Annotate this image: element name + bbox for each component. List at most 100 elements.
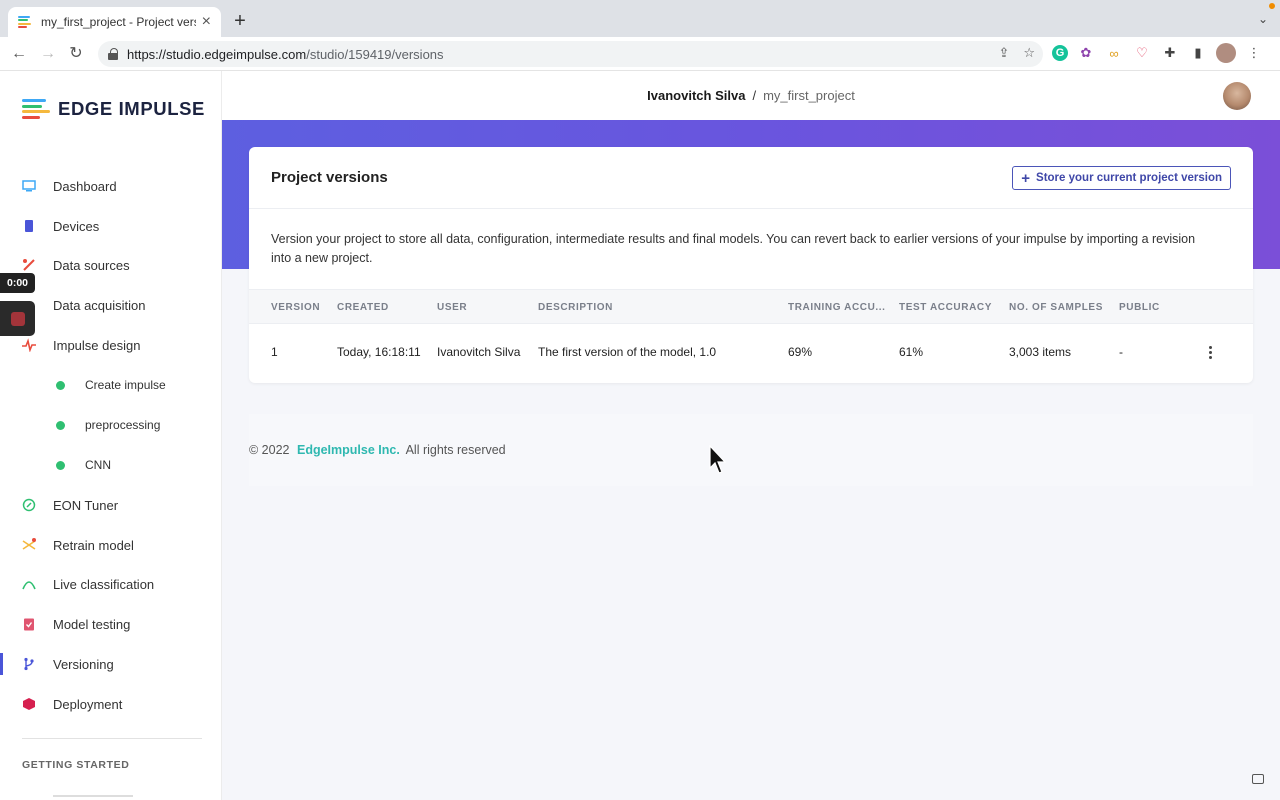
feedback-icon[interactable] bbox=[1252, 774, 1264, 784]
footer-rights: All rights reserved bbox=[405, 443, 506, 457]
stop-icon bbox=[10, 311, 25, 326]
sidebar-item-versioning[interactable]: Versioning bbox=[0, 645, 222, 683]
sidebar-item-live-classification[interactable]: Live classification bbox=[0, 565, 222, 603]
table-row[interactable]: 1 Today, 16:18:11 Ivanovitch Silva The f… bbox=[249, 324, 1253, 382]
sidebar-subitem-preprocessing[interactable]: preprocessing bbox=[0, 406, 222, 444]
browser-tab-title: my_first_project - Project vers bbox=[41, 15, 196, 29]
sidebar-item-devices[interactable]: Devices bbox=[0, 207, 222, 245]
color-extension-icon[interactable]: ✿ bbox=[1076, 43, 1096, 63]
column-header-description[interactable]: DESCRIPTION bbox=[538, 302, 613, 313]
browser-tab[interactable]: my_first_project - Project vers × bbox=[8, 7, 221, 37]
sidebar-section-label: GETTING STARTED bbox=[22, 759, 130, 771]
sidebar-item-label: Versioning bbox=[53, 656, 114, 672]
store-version-label: Store your current project version bbox=[1036, 172, 1222, 184]
status-dot-icon bbox=[56, 380, 65, 390]
column-header-user[interactable]: USER bbox=[437, 302, 467, 313]
row-actions-kebab-icon[interactable] bbox=[1209, 346, 1213, 359]
recording-timer: 0:00 bbox=[0, 273, 35, 293]
cell-training-accuracy: 69% bbox=[788, 345, 813, 359]
sidebar: EDGE IMPULSE Dashboard Devices Data sour… bbox=[0, 71, 222, 800]
sidebar-item-model-testing[interactable]: Model testing bbox=[0, 605, 222, 643]
avatar[interactable] bbox=[1223, 82, 1251, 110]
page-title: Project versions bbox=[271, 169, 388, 186]
cell-created: Today, 16:18:11 bbox=[337, 345, 421, 359]
monitor-icon bbox=[22, 180, 36, 192]
sidebar-item-dashboard[interactable]: Dashboard bbox=[0, 167, 222, 205]
top-header: Ivanovitch Silva / my_first_project bbox=[222, 71, 1280, 120]
shuffle-icon bbox=[22, 538, 36, 550]
sidebar-item-label: Create impulse bbox=[85, 378, 166, 392]
card-description: Version your project to store all data, … bbox=[271, 232, 1196, 265]
footer-company-link[interactable]: EdgeImpulse Inc. bbox=[297, 443, 400, 457]
cell-public: - bbox=[1119, 345, 1123, 359]
new-tab-button[interactable]: + bbox=[230, 9, 250, 33]
sidebar-item-label: preprocessing bbox=[85, 418, 161, 432]
extensions-puzzle-icon[interactable]: ✚ bbox=[1160, 43, 1180, 63]
table-header: VERSION CREATED USER DESCRIPTION TRAININ… bbox=[249, 289, 1253, 324]
data-sources-icon bbox=[23, 259, 35, 271]
address-bar[interactable]: https://studio.edgeimpulse.com/studio/15… bbox=[98, 41, 1043, 67]
tab-search-chevron-icon[interactable]: ⌄ bbox=[1258, 12, 1268, 26]
chrome-profile-avatar[interactable] bbox=[1216, 43, 1236, 63]
footer-copyright: © 2022 bbox=[249, 443, 290, 457]
brand-logo[interactable]: EDGE IMPULSE bbox=[22, 98, 205, 120]
card-divider bbox=[249, 208, 1253, 209]
chip-icon bbox=[25, 220, 33, 232]
pulse-icon bbox=[22, 338, 36, 352]
back-button[interactable]: ← bbox=[8, 43, 30, 65]
sidebar-item-label: Retrain model bbox=[53, 537, 134, 553]
browser-toolbar: ← → ↻ https://studio.edgeimpulse.com/stu… bbox=[0, 37, 1280, 71]
breadcrumb-owner[interactable]: Ivanovitch Silva bbox=[647, 88, 745, 103]
column-header-test-accuracy[interactable]: TEST ACCURACY bbox=[899, 302, 992, 313]
bookmark-star-icon[interactable]: ☆ bbox=[1023, 45, 1035, 61]
pocket-extension-icon[interactable]: ♡ bbox=[1132, 43, 1152, 63]
cell-test-accuracy: 61% bbox=[899, 345, 924, 359]
browser-tabstrip: my_first_project - Project vers × + ⌄ bbox=[0, 0, 1280, 37]
column-header-version[interactable]: VERSION bbox=[271, 302, 320, 313]
column-header-training-accuracy[interactable]: TRAINING ACCU... bbox=[788, 302, 886, 313]
status-dot-icon bbox=[56, 460, 65, 470]
edge-impulse-logo-icon bbox=[22, 99, 52, 119]
url-host: https://studio.edgeimpulse.com bbox=[127, 46, 307, 62]
column-header-samples[interactable]: NO. OF SAMPLES bbox=[1009, 302, 1103, 313]
column-header-public[interactable]: PUBLIC bbox=[1119, 302, 1160, 313]
sidebar-item-label: CNN bbox=[85, 458, 111, 472]
column-header-created[interactable]: CREATED bbox=[337, 302, 389, 313]
sidebar-item-label: Devices bbox=[53, 218, 100, 234]
glasses-extension-icon[interactable]: ∞ bbox=[1104, 43, 1124, 63]
sidebar-divider bbox=[22, 738, 202, 739]
breadcrumb-project[interactable]: my_first_project bbox=[763, 88, 855, 103]
sidebar-item-label: Live classification bbox=[53, 576, 155, 592]
sidebar-item-label: Model testing bbox=[53, 616, 131, 632]
store-version-button[interactable]: + Store your current project version bbox=[1012, 166, 1231, 190]
sidebar-subitem-cnn[interactable]: CNN bbox=[0, 446, 222, 484]
sidebar-item-partial bbox=[53, 795, 133, 800]
mouse-cursor-icon bbox=[709, 445, 727, 474]
tab-close-icon[interactable]: × bbox=[202, 13, 211, 31]
box-icon bbox=[23, 698, 35, 710]
sidebar-item-deployment[interactable]: Deployment bbox=[0, 685, 222, 723]
grammarly-extension-icon[interactable]: G bbox=[1052, 45, 1068, 61]
cell-version: 1 bbox=[271, 345, 278, 359]
forward-button[interactable]: → bbox=[37, 43, 59, 65]
stop-recording-button[interactable] bbox=[0, 301, 35, 336]
sidebar-item-eon-tuner[interactable]: EON Tuner bbox=[0, 486, 222, 524]
lock-icon bbox=[108, 48, 118, 60]
git-branch-icon bbox=[24, 657, 34, 671]
sidebar-subitem-create-impulse[interactable]: Create impulse bbox=[0, 366, 222, 404]
chrome-menu-icon[interactable]: ⋮ bbox=[1244, 43, 1264, 63]
url-path: /studio/159419/versions bbox=[306, 46, 444, 62]
side-panel-icon[interactable]: ▮ bbox=[1188, 43, 1208, 63]
sidebar-item-retrain-model[interactable]: Retrain model bbox=[0, 526, 222, 564]
footer: © 2022 EdgeImpulse Inc. All rights reser… bbox=[249, 443, 506, 457]
sidebar-item-label: Deployment bbox=[53, 696, 123, 712]
breadcrumb-separator: / bbox=[752, 88, 757, 103]
edge-impulse-favicon-icon bbox=[18, 16, 32, 28]
cell-user: Ivanovitch Silva bbox=[437, 345, 521, 359]
sidebar-item-label: Impulse design bbox=[53, 337, 141, 353]
reload-button[interactable]: ↻ bbox=[65, 43, 87, 65]
status-dot-icon bbox=[56, 420, 65, 430]
share-icon[interactable]: ⇪ bbox=[998, 45, 1009, 61]
clipboard-check-icon bbox=[24, 618, 34, 631]
breadcrumb: Ivanovitch Silva / my_first_project bbox=[222, 88, 1280, 103]
